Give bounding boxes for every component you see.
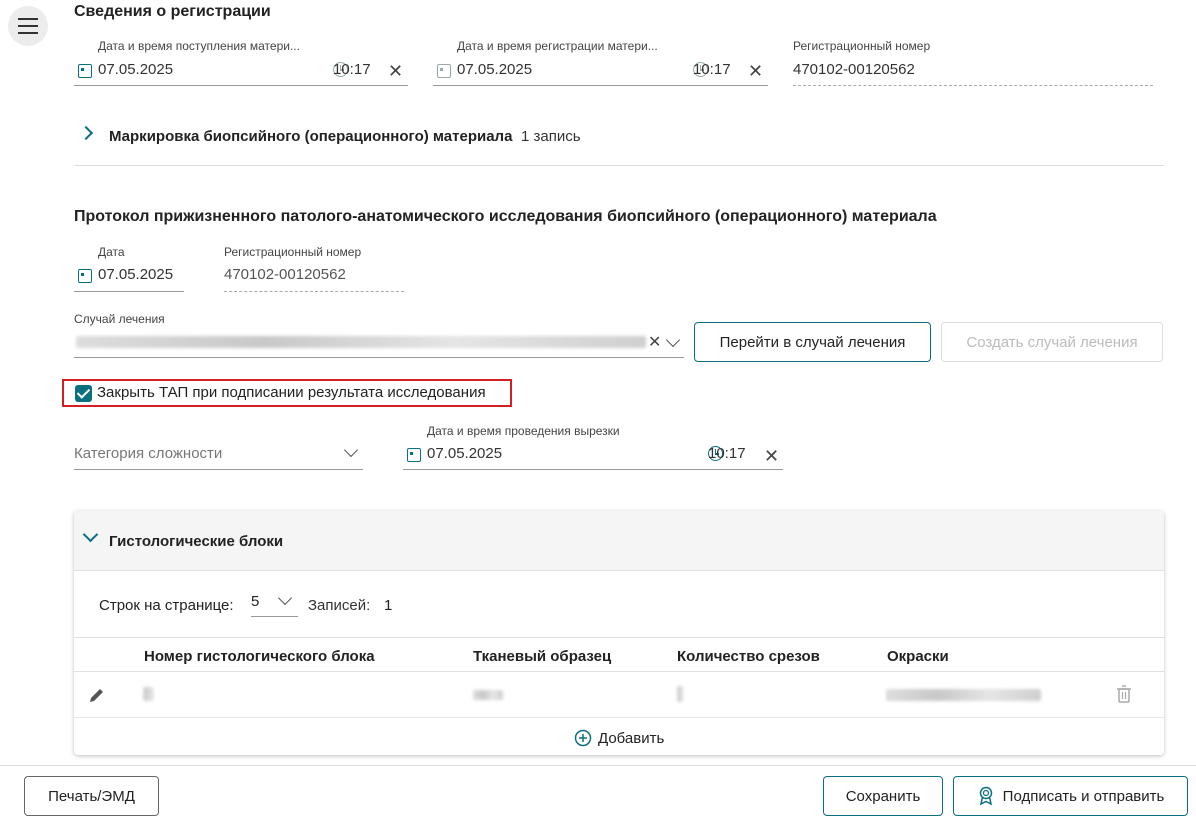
reg-number-value: 470102-00120562 [793, 61, 915, 78]
calendar-icon[interactable] [78, 269, 92, 283]
chevron-down-icon [82, 526, 99, 543]
reg-number-field: 470102-00120562 [793, 56, 1153, 86]
column-header-block-number[interactable]: Номер гистологического блока [144, 648, 375, 665]
marking-title: Маркировка биопсийного (операционного) м… [109, 128, 513, 145]
protocol-number-field: 470102-00120562 [224, 262, 404, 292]
menu-icon [18, 18, 38, 34]
rows-per-page-value: 5 [251, 593, 260, 610]
tissue-sample-redacted [473, 690, 503, 700]
receipt-date-value: 07.05.2025 [98, 61, 174, 78]
table-header: Номер гистологического блока Тканевый об… [74, 637, 1164, 672]
histology-header[interactable]: Гистологические блоки [74, 511, 1164, 571]
calendar-icon[interactable] [407, 448, 421, 462]
sign-and-send-button[interactable]: Подписать и отправить [953, 776, 1188, 816]
print-emd-button[interactable]: Печать/ЭМД [24, 776, 159, 816]
records-label: Записей: [308, 597, 371, 614]
cut-datetime-label: Дата и время проведения вырезки [427, 424, 620, 438]
edit-icon[interactable] [88, 686, 106, 704]
menu-button[interactable] [8, 6, 48, 46]
registration-time-value: 10:17 [693, 61, 731, 78]
section-count-redacted [677, 686, 683, 702]
protocol-date-label: Дата [98, 245, 125, 259]
registration-datetime-label: Дата и время регистрации матери... [457, 39, 658, 53]
complexity-placeholder: Категория сложности [74, 445, 223, 462]
receipt-datetime-field[interactable]: 07.05.2025 10:17 ✕ [74, 56, 408, 86]
plus-circle-icon [574, 729, 592, 747]
stains-redacted [886, 689, 1041, 701]
trash-icon[interactable] [1116, 685, 1132, 703]
signature-icon [979, 786, 992, 806]
histology-title: Гистологические блоки [109, 533, 284, 550]
case-value-redacted [76, 336, 646, 348]
close-tap-checkbox[interactable] [75, 385, 92, 402]
add-row-button[interactable]: Добавить [574, 727, 664, 749]
chevron-down-icon[interactable] [665, 332, 681, 348]
registration-date-value: 07.05.2025 [457, 61, 533, 78]
reg-number-label: Регистрационный номер [793, 39, 931, 53]
protocol-number-label: Регистрационный номер [224, 245, 362, 259]
column-header-tissue-sample[interactable]: Тканевый образец [473, 648, 611, 665]
sign-and-send-label: Подписать и отправить [1002, 787, 1165, 805]
column-header-section-count[interactable]: Количество срезов [677, 648, 820, 665]
chevron-down-icon [343, 442, 359, 458]
close-tap-label: Закрыть ТАП при подписании результата ис… [97, 384, 486, 401]
chevron-down-icon [277, 590, 293, 606]
histology-blocks-card: Гистологические блоки Строк на странице:… [74, 511, 1164, 755]
protocol-date-field[interactable]: 07.05.2025 [74, 262, 184, 292]
column-header-stains[interactable]: Окраски [887, 648, 949, 665]
cut-time-value: 10:17 [708, 445, 746, 462]
protocol-number-value: 470102-00120562 [224, 266, 346, 283]
receipt-datetime-label: Дата и время поступления матери... [98, 39, 300, 53]
save-button[interactable]: Сохранить [823, 776, 943, 816]
chevron-right-icon [78, 125, 94, 141]
cut-datetime-field[interactable]: 07.05.2025 10:17 ✕ [403, 440, 783, 470]
close-icon[interactable]: ✕ [648, 335, 661, 351]
case-label: Случай лечения [74, 312, 165, 326]
rows-per-page-select[interactable]: 5 [251, 590, 298, 617]
calendar-icon[interactable] [437, 64, 451, 78]
calendar-icon[interactable] [78, 64, 92, 78]
case-select[interactable]: ✕ [74, 328, 684, 358]
registration-title: Сведения о регистрации [74, 3, 271, 20]
receipt-time-value: 10:17 [333, 61, 371, 78]
marking-section-header[interactable]: Маркировка биопсийного (операционного) м… [74, 120, 1164, 166]
add-row-label: Добавить [598, 729, 665, 747]
create-case-button[interactable]: Создать случай лечения [941, 322, 1163, 362]
table-row[interactable] [74, 672, 1164, 718]
footer-bar: Печать/ЭМД Сохранить Подписать и отправи… [0, 765, 1196, 822]
complexity-select[interactable]: Категория сложности [74, 440, 363, 470]
cut-date-value: 07.05.2025 [427, 445, 503, 462]
protocol-title: Протокол прижизненного патолого-анатомич… [74, 208, 937, 225]
close-tap-highlight: Закрыть ТАП при подписании результата ис… [62, 379, 512, 407]
goto-case-button[interactable]: Перейти в случай лечения [694, 322, 931, 362]
protocol-date-value: 07.05.2025 [98, 266, 174, 283]
marking-count: 1 запись [521, 128, 581, 145]
close-icon[interactable]: ✕ [764, 447, 779, 465]
rows-per-page-label: Строк на странице: [99, 597, 234, 614]
block-number-redacted [143, 687, 153, 701]
close-icon[interactable]: ✕ [388, 62, 403, 80]
registration-datetime-field[interactable]: 07.05.2025 10:17 ✕ [433, 56, 768, 86]
close-icon[interactable]: ✕ [748, 62, 763, 80]
records-value: 1 [384, 597, 393, 614]
